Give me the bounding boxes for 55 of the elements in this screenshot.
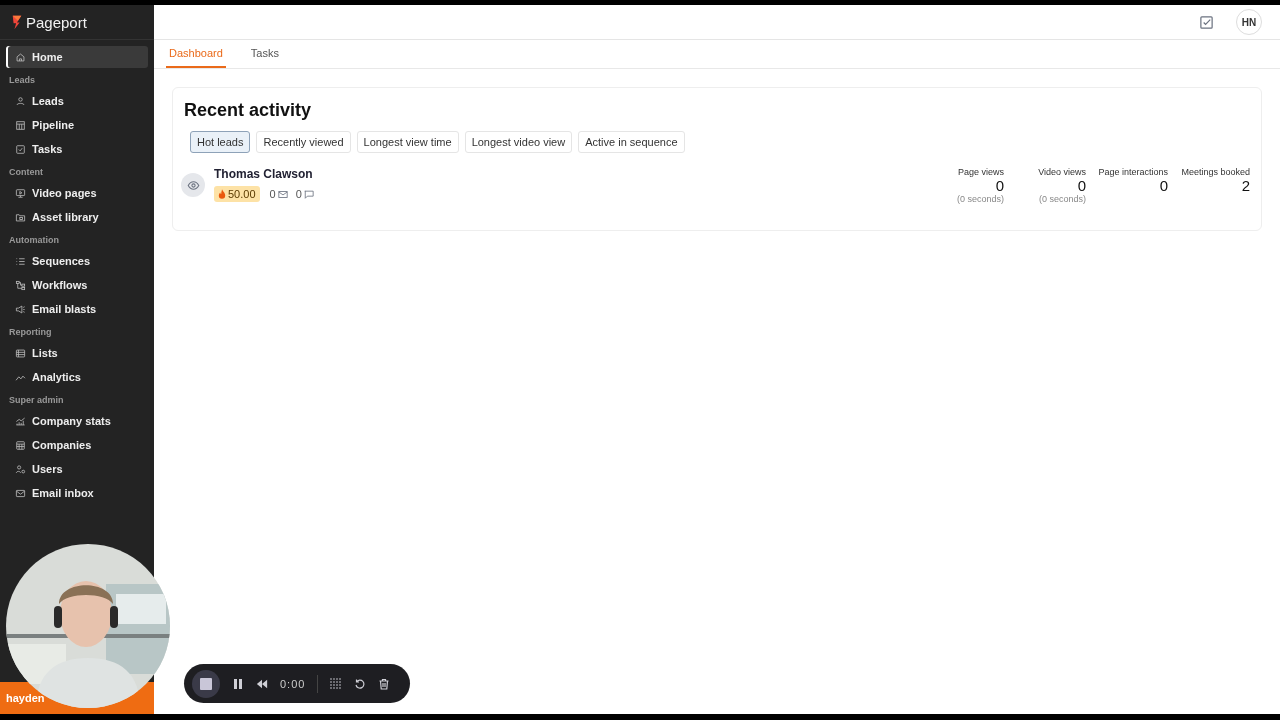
- lead-name[interactable]: Thomas Clawson: [214, 167, 928, 181]
- card-title: Recent activity: [184, 100, 313, 121]
- nav-item[interactable]: Video pages: [6, 182, 148, 204]
- nav-item[interactable]: Lists: [6, 342, 148, 364]
- stop-icon[interactable]: [192, 669, 220, 698]
- stat-label: Video views: [1038, 167, 1086, 177]
- nav-item[interactable]: Email inbox: [6, 482, 148, 504]
- nav-item[interactable]: Leads: [6, 90, 148, 112]
- trash-icon[interactable]: [378, 677, 391, 690]
- comment-icon: [303, 189, 314, 199]
- filter-button[interactable]: Recently viewed: [256, 131, 351, 153]
- nav-item[interactable]: Companies: [6, 434, 148, 456]
- checkbox-icon[interactable]: [1199, 14, 1214, 30]
- nav-heading: Reporting: [8, 326, 53, 339]
- tab[interactable]: Tasks: [247, 40, 282, 68]
- nav-item[interactable]: Tasks: [6, 138, 148, 160]
- nav-item[interactable]: Sequences: [6, 250, 148, 272]
- restart-icon[interactable]: [354, 677, 367, 690]
- pause-icon[interactable]: [232, 677, 244, 690]
- nav-item[interactable]: Asset library: [6, 206, 148, 228]
- nav-item[interactable]: Workflows: [6, 274, 148, 296]
- nav-item[interactable]: Email blasts: [6, 298, 148, 320]
- stat-label: Page interactions: [1098, 167, 1168, 177]
- stat-label: Page views: [957, 167, 1004, 177]
- stat-value: 0: [995, 177, 1004, 194]
- nav-item[interactable]: Analytics: [6, 366, 148, 388]
- nav-heading: Automation: [8, 234, 60, 247]
- nav-item[interactable]: Company stats: [6, 410, 148, 432]
- stat-note: (0 seconds): [956, 194, 1004, 204]
- nav-item[interactable]: Users: [6, 458, 148, 480]
- filter-button[interactable]: Active in sequence: [578, 131, 685, 153]
- home-icon: [15, 51, 26, 63]
- filter-button[interactable]: Longest video view: [464, 131, 573, 153]
- score-badge: 50.00: [214, 186, 260, 202]
- stat-label: Meetings booked: [1181, 167, 1250, 177]
- nav-heading: Super admin: [8, 394, 65, 407]
- timer: 0:00: [280, 677, 306, 690]
- nav-heading: Leads: [8, 74, 36, 87]
- filter-button[interactable]: Hot leads: [190, 131, 251, 153]
- stat-value: 2: [1241, 177, 1250, 194]
- stat-note: (0 seconds): [1038, 194, 1086, 204]
- email-count: 0: [269, 188, 276, 200]
- message-count: 0: [295, 188, 302, 200]
- grid-icon[interactable]: [330, 677, 343, 690]
- logo-icon: [11, 13, 23, 31]
- nav-heading: Content: [8, 166, 44, 179]
- filter-button[interactable]: Longest view time: [356, 131, 459, 153]
- mail-icon: [277, 189, 288, 199]
- stat-value: 0: [1077, 177, 1086, 194]
- stat-value: 0: [1159, 177, 1168, 194]
- nav-item[interactable]: Pipeline: [6, 114, 148, 136]
- rewind-icon[interactable]: [256, 677, 268, 690]
- nav-item[interactable]: Home: [6, 46, 148, 68]
- logo-text: Pageport: [26, 13, 87, 31]
- eye-icon: [181, 173, 205, 197]
